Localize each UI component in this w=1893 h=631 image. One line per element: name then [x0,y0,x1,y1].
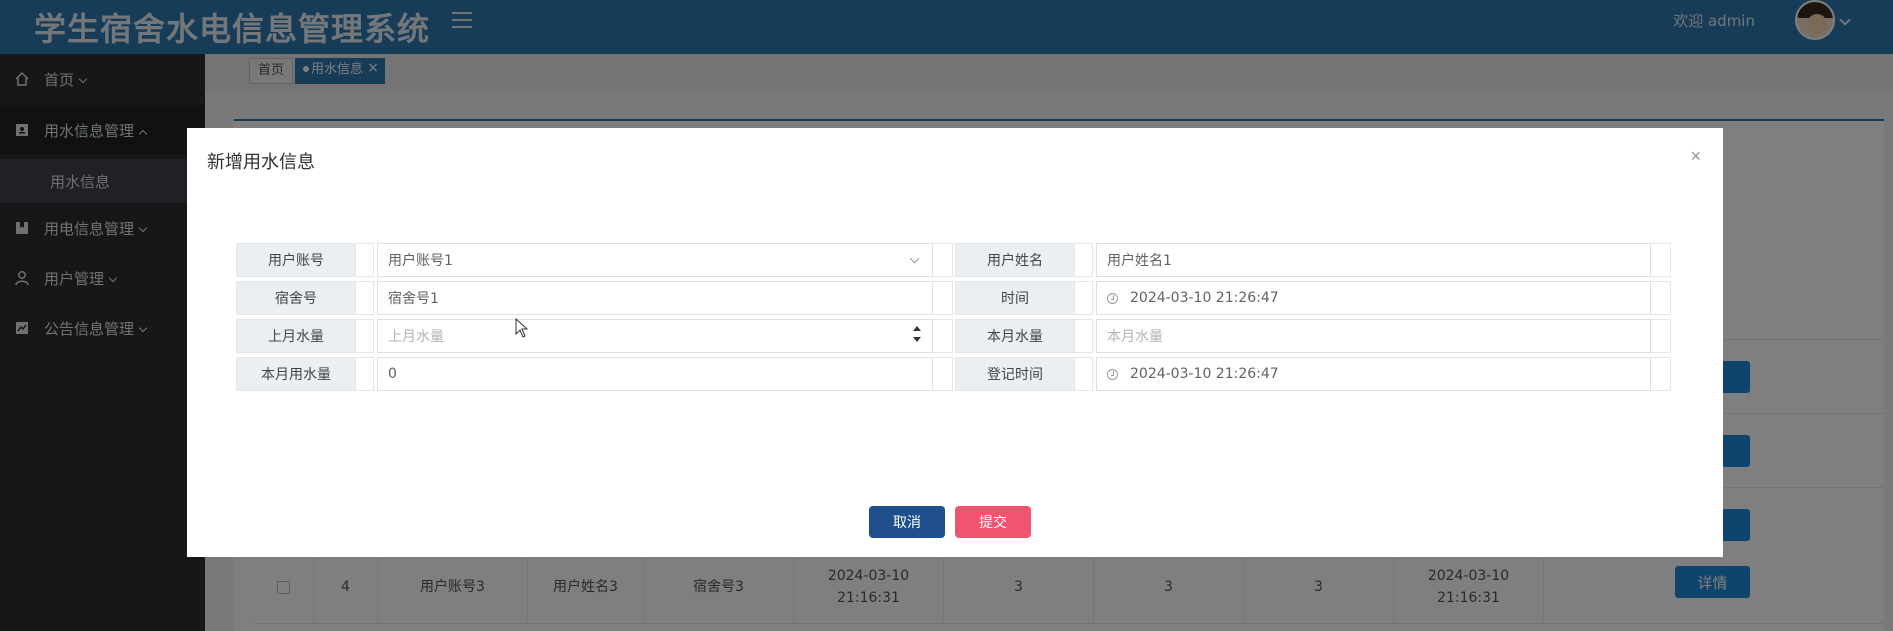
form-gap [356,281,374,315]
dorm-label: 宿舍号 [236,281,356,315]
cancel-button[interactable]: 取消 [869,506,945,538]
form-tail [1651,281,1671,315]
form-gap [1075,357,1093,391]
form-gap [1075,319,1093,353]
form-gap [356,319,374,353]
account-select[interactable]: 用户账号1 [377,243,933,277]
form-gap [356,357,374,391]
form-tail [933,357,953,391]
close-icon[interactable]: × [1690,146,1701,167]
form-gap [1075,243,1093,277]
time-label: 时间 [955,281,1075,315]
account-select-value: 用户账号1 [388,253,453,269]
form-row-last-water: 上月水量 上月水量 [236,319,956,355]
form-row-this-water: 本月水量 本月水量 [955,319,1675,355]
used-field[interactable]: 0 [377,357,933,391]
stepper-down-icon[interactable] [913,337,921,342]
chevron-down-icon [909,253,920,264]
clock-icon [1107,292,1118,304]
dialog-title: 新增用水信息 [207,152,315,173]
form-tail [933,319,953,353]
last-water-placeholder: 上月水量 [388,329,444,345]
name-field[interactable]: 用户姓名1 [1096,243,1651,277]
dorm-field[interactable]: 宿舍号1 [377,281,933,315]
add-water-dialog: 新增用水信息 × 用户账号 用户账号1 用户姓名 用户姓名1 宿舍号 宿舍号1 … [187,128,1723,557]
form-row-account: 用户账号 用户账号1 [236,243,956,279]
form-row-reg-time: 登记时间 2024-03-10 21:26:47 [955,357,1675,393]
form-row-time: 时间 2024-03-10 21:26:47 [955,281,1675,317]
form-tail [1651,357,1671,391]
reg-time-label: 登记时间 [955,357,1075,391]
account-label: 用户账号 [236,243,356,277]
used-label: 本月用水量 [236,357,356,391]
submit-button[interactable]: 提交 [955,506,1031,538]
form-gap [1075,281,1093,315]
form-row-name: 用户姓名 用户姓名1 [955,243,1675,279]
form-row-dorm: 宿舍号 宿舍号1 [236,281,956,317]
this-water-input[interactable]: 本月水量 [1096,319,1651,353]
form-tail [1651,243,1671,277]
form-tail [1651,319,1671,353]
form-tail [933,281,953,315]
form-gap [356,243,374,277]
time-picker[interactable]: 2024-03-10 21:26:47 [1096,281,1651,315]
form-tail [933,243,953,277]
last-water-label: 上月水量 [236,319,356,353]
clock-icon [1107,368,1118,380]
reg-time-picker[interactable]: 2024-03-10 21:26:47 [1096,357,1651,391]
time-picker-value: 2024-03-10 21:26:47 [1130,290,1279,306]
mouse-cursor-icon [515,318,529,338]
reg-time-picker-value: 2024-03-10 21:26:47 [1130,366,1279,382]
this-water-label: 本月水量 [955,319,1075,353]
number-stepper[interactable] [912,323,922,349]
name-label: 用户姓名 [955,243,1075,277]
last-water-input[interactable]: 上月水量 [377,319,933,353]
form-row-used: 本月用水量 0 [236,357,956,393]
stepper-up-icon[interactable] [913,326,921,331]
